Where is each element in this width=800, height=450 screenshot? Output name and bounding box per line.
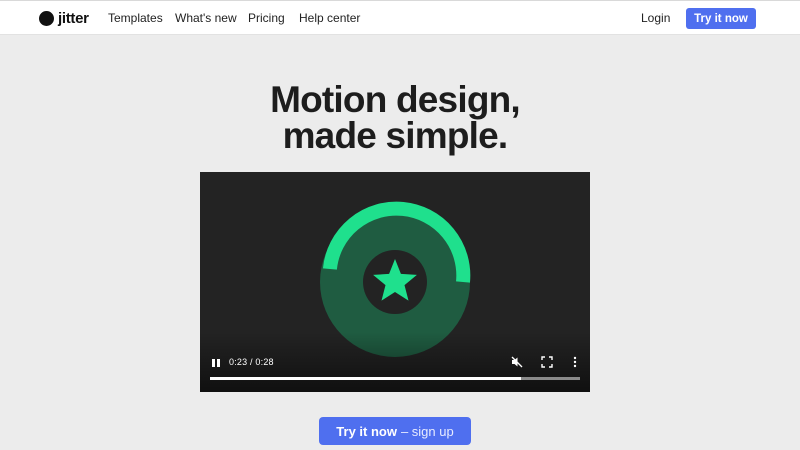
- nav-link-templates[interactable]: Templates: [108, 11, 163, 25]
- hero-title-line-2: made simple.: [282, 115, 509, 156]
- nav-link-help-center[interactable]: Help center: [299, 11, 360, 25]
- video-progress-bar[interactable]: [210, 377, 580, 380]
- video-progress-fill: [210, 377, 521, 380]
- try-it-now-signup-button[interactable]: Try it now – sign up: [319, 417, 471, 445]
- nav-link-pricing[interactable]: Pricing: [248, 11, 285, 25]
- mute-icon[interactable]: [511, 356, 523, 368]
- pause-icon[interactable]: [211, 358, 221, 368]
- brand-name: jitter: [58, 10, 89, 27]
- video-player[interactable]: 0:23 / 0:28: [200, 172, 590, 392]
- try-it-now-button[interactable]: Try it now: [686, 8, 756, 29]
- hero-title-line-1: Motion design,: [270, 79, 521, 120]
- signup-button-bold-text: Try it now: [336, 423, 397, 439]
- login-link[interactable]: Login: [641, 11, 670, 25]
- nav-link-whats-new[interactable]: What's new: [175, 11, 237, 25]
- top-nav: jitter Templates What's new Pricing Help…: [0, 0, 800, 35]
- brand-logo[interactable]: jitter: [39, 10, 89, 27]
- fullscreen-icon[interactable]: [541, 356, 553, 368]
- hero-title: Motion design, made simple.: [0, 79, 790, 156]
- playback-time: 0:23 / 0:28: [229, 357, 274, 367]
- signup-button-rest-text: – sign up: [400, 423, 454, 439]
- logo-dot-icon: [39, 11, 54, 26]
- more-options-icon[interactable]: [569, 356, 581, 368]
